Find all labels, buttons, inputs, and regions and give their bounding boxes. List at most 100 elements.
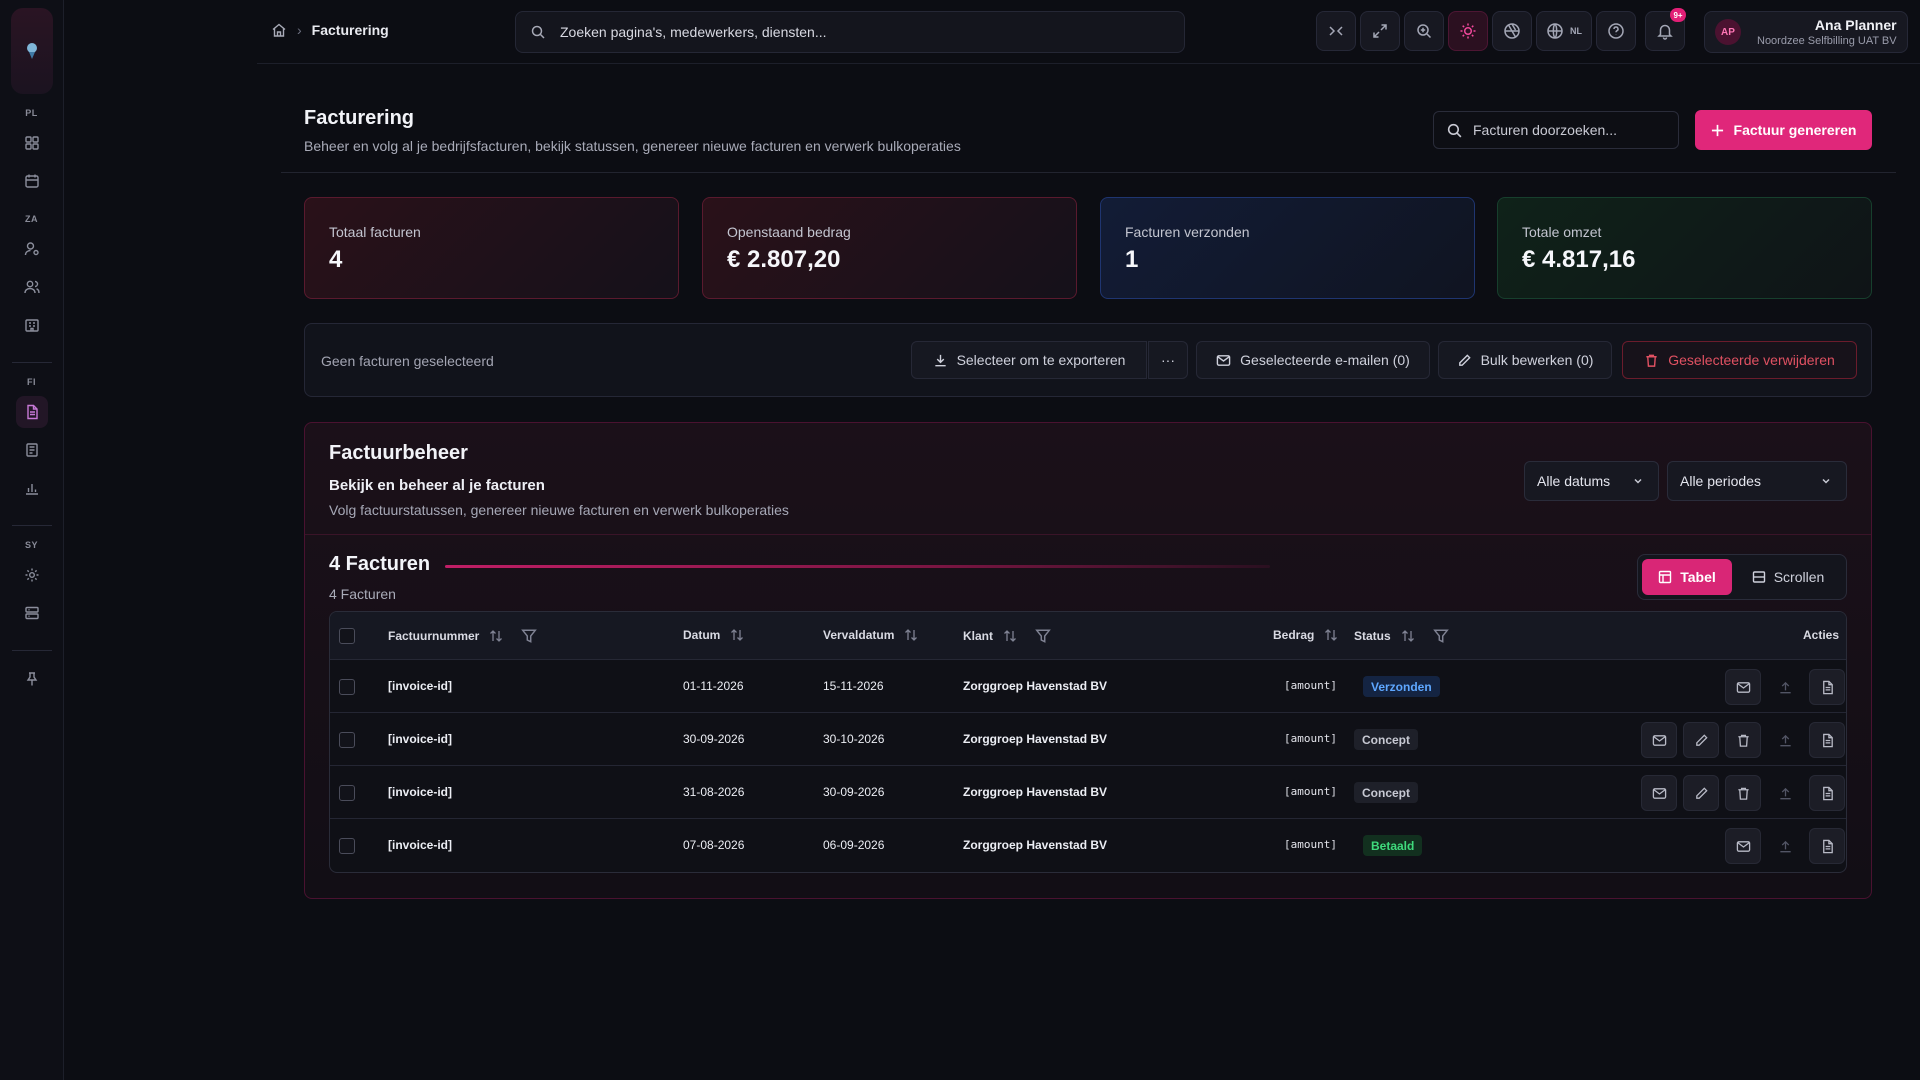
row-checkbox[interactable] [339, 679, 355, 695]
bulk-delete-label: Geselecteerde verwijderen [1668, 352, 1835, 368]
filter-icon[interactable] [521, 628, 538, 644]
help-icon [1608, 23, 1624, 39]
sidebar-pin-button[interactable] [16, 663, 48, 695]
sidebar-item-employee[interactable] [16, 233, 48, 265]
invoice-due-date: 06-09-2026 [823, 838, 885, 852]
delete-invoice-button[interactable] [1725, 722, 1761, 758]
table-row[interactable]: [invoice-id] 31-08-2026 30-09-2026 Zorgg… [330, 766, 1846, 819]
table-row[interactable]: [invoice-id] 01-11-2026 15-11-2026 Zorgg… [330, 660, 1846, 713]
sort-icon[interactable] [904, 628, 918, 642]
stat-label: Totaal facturen [329, 224, 421, 240]
edit-invoice-button[interactable] [1683, 775, 1719, 811]
help-button[interactable] [1596, 11, 1636, 51]
gear-icon [25, 568, 38, 582]
sidebar-item-settings[interactable] [16, 559, 48, 591]
filter-icon[interactable] [1432, 628, 1449, 644]
sidebar-item-dashboard[interactable] [16, 127, 48, 159]
upload-invoice-button[interactable] [1767, 775, 1803, 811]
invoice-search-input[interactable]: Facturen doorzoeken... [1433, 111, 1679, 149]
sort-icon[interactable] [1324, 628, 1338, 642]
focus-mode-button[interactable] [1492, 11, 1532, 51]
email-invoice-button[interactable] [1725, 828, 1761, 864]
user-menu[interactable]: AP Ana Planner Noordzee Selfbilling UAT … [1704, 11, 1908, 53]
sort-icon[interactable] [1003, 629, 1017, 643]
top-bar: › Facturering Zoeken pagina's, medewerke… [257, 0, 1920, 64]
upload-invoice-button[interactable] [1767, 828, 1803, 864]
column-header-amount[interactable]: Bedrag [1273, 628, 1338, 642]
sidebar-item-team[interactable] [16, 271, 48, 303]
column-label: Vervaldatum [823, 628, 895, 642]
generate-invoice-button[interactable]: Factuur genereren [1695, 110, 1872, 150]
view-scroll-button[interactable]: Scrollen [1736, 559, 1840, 595]
sidebar-item-system[interactable] [16, 597, 48, 629]
invoice-number[interactable]: [invoice-id] [388, 838, 452, 852]
zoom-button[interactable] [1404, 11, 1444, 51]
invoice-number[interactable]: [invoice-id] [388, 732, 452, 746]
column-header-date[interactable]: Datum [683, 628, 744, 642]
sort-icon[interactable] [489, 629, 503, 643]
invoice-number[interactable]: [invoice-id] [388, 785, 452, 799]
user-name: Ana Planner [1814, 17, 1897, 33]
column-label: Datum [683, 628, 721, 642]
stat-value: € 4.817,16 [1522, 246, 1636, 273]
view-pdf-button[interactable] [1809, 828, 1845, 864]
view-pdf-button[interactable] [1809, 669, 1845, 705]
upload-invoice-button[interactable] [1767, 722, 1803, 758]
sidebar-item-building[interactable] [16, 309, 48, 341]
bulk-email-button[interactable]: Geselecteerde e-mailen (0) [1196, 341, 1430, 379]
date-filter-select[interactable]: Alle datums [1524, 461, 1659, 501]
sun-icon [1460, 23, 1476, 39]
upload-icon [1779, 787, 1791, 799]
view-pdf-button[interactable] [1809, 722, 1845, 758]
stat-card-invoices-sent: Facturen verzonden 1 [1100, 197, 1475, 299]
view-table-button[interactable]: Tabel [1642, 559, 1732, 595]
bar-chart-icon [25, 484, 38, 495]
globe-icon [1547, 23, 1563, 39]
sort-icon[interactable] [1401, 629, 1415, 643]
invoice-amount: [amount] [1284, 732, 1337, 745]
delete-invoice-button[interactable] [1725, 775, 1761, 811]
sidebar-item-reports[interactable] [16, 472, 48, 504]
column-header-due-date[interactable]: Vervaldatum [823, 628, 918, 642]
row-checkbox[interactable] [339, 785, 355, 801]
edit-invoice-button[interactable] [1683, 722, 1719, 758]
bulk-delete-button[interactable]: Geselecteerde verwijderen [1622, 341, 1857, 379]
column-header-number[interactable]: Factuurnummer [388, 628, 538, 644]
row-checkbox[interactable] [339, 732, 355, 748]
sidebar-item-statements[interactable] [16, 434, 48, 466]
row-checkbox[interactable] [339, 838, 355, 854]
table-row[interactable]: [invoice-id] 07-08-2026 06-09-2026 Zorgg… [330, 819, 1846, 872]
column-header-client[interactable]: Klant [963, 628, 1051, 644]
period-filter-select[interactable]: Alle periodes [1667, 461, 1847, 501]
invoice-number[interactable]: [invoice-id] [388, 679, 452, 693]
sidebar-item-invoices[interactable] [15, 396, 48, 428]
upload-invoice-button[interactable] [1767, 669, 1803, 705]
stat-value: 4 [329, 246, 343, 273]
export-button[interactable]: Selecteer om te exporteren [911, 341, 1147, 379]
sort-icon[interactable] [730, 628, 744, 642]
column-header-status[interactable]: Status [1354, 628, 1449, 644]
fullscreen-button[interactable] [1360, 11, 1400, 51]
more-options-button[interactable]: ··· [1148, 341, 1188, 379]
app-logo[interactable] [10, 8, 53, 94]
sidebar-divider [11, 650, 52, 651]
bulk-edit-button[interactable]: Bulk bewerken (0) [1438, 341, 1612, 379]
theme-toggle-button[interactable] [1448, 11, 1488, 51]
breadcrumb-current[interactable]: Facturering [312, 22, 389, 38]
language-button[interactable]: NL [1536, 11, 1592, 51]
collapse-sidebar-button[interactable] [1316, 11, 1356, 51]
view-pdf-button[interactable] [1809, 775, 1845, 811]
global-search-input[interactable]: Zoeken pagina's, medewerkers, diensten..… [515, 11, 1185, 53]
email-invoice-button[interactable] [1641, 722, 1677, 758]
column-label: Status [1354, 629, 1391, 643]
home-icon[interactable] [271, 22, 287, 38]
email-invoice-button[interactable] [1725, 669, 1761, 705]
chevron-down-icon [1634, 478, 1642, 484]
email-invoice-button[interactable] [1641, 775, 1677, 811]
filter-icon[interactable] [1035, 628, 1051, 644]
select-all-checkbox[interactable] [339, 628, 355, 644]
sidebar-item-calendar[interactable] [16, 165, 48, 197]
table-row[interactable]: [invoice-id] 30-09-2026 30-10-2026 Zorgg… [330, 713, 1846, 766]
notifications-button[interactable]: 9+ [1645, 8, 1686, 51]
invoice-management-panel: Factuurbeheer Bekijk en beheer al je fac… [304, 422, 1872, 899]
